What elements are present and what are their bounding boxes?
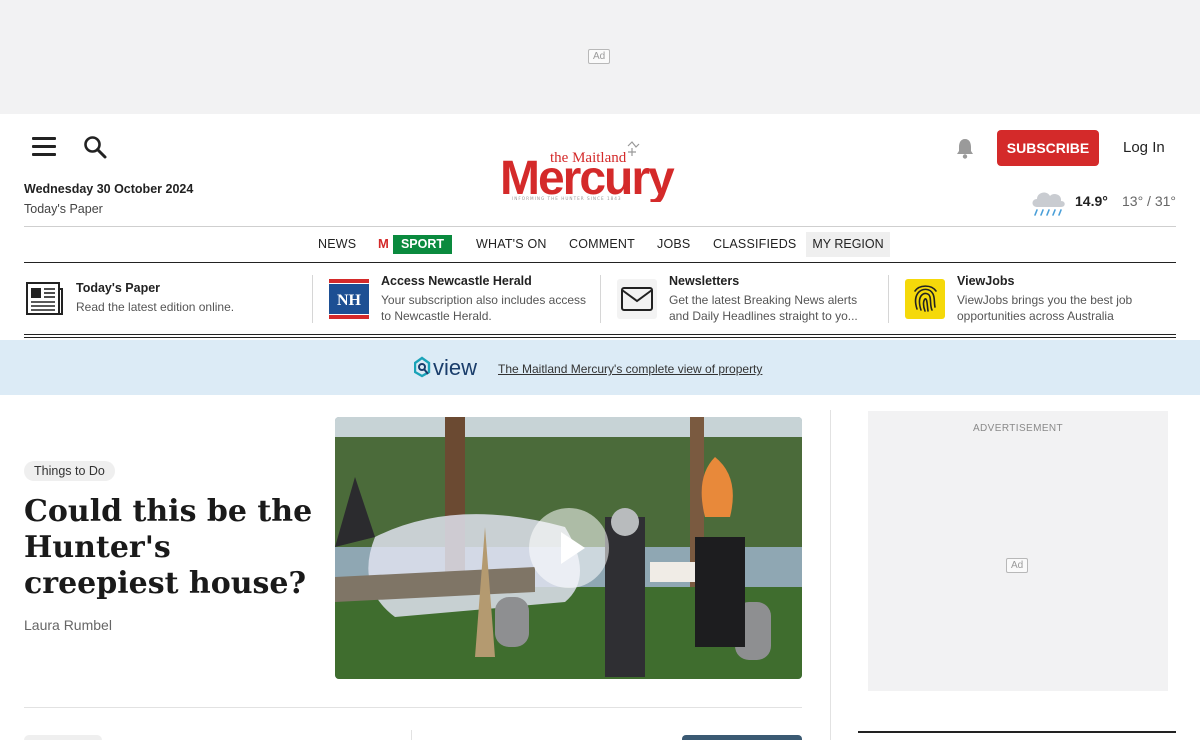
ad-tag: Ad <box>588 49 611 64</box>
temperature-range: 13° / 31° <box>1122 193 1177 209</box>
promo-bottom-rule <box>24 334 1176 335</box>
promo-title: Access Newcastle Herald <box>381 274 532 288</box>
promo-description: ViewJobs brings you the best job opportu… <box>957 293 1133 323</box>
current-temperature: 14.9° <box>1075 193 1108 209</box>
promo-title: Today's Paper <box>76 281 161 295</box>
sport-m-badge: M <box>378 236 389 251</box>
next-article-image[interactable] <box>682 735 802 740</box>
envelope-icon <box>617 279 657 319</box>
play-video-button[interactable] <box>529 508 609 588</box>
promo-description: Get the latest Breaking News alerts and … <box>669 293 858 323</box>
main-navigation: NEWS M SPORT WHAT'S ON COMMENT JOBS CLAS… <box>0 232 1200 258</box>
ad-tag: Ad <box>1006 558 1029 573</box>
menu-icon[interactable] <box>32 137 56 157</box>
promo-viewjobs[interactable]: ViewJobs ViewJobs brings you the best jo… <box>905 274 1167 326</box>
nav-my-region[interactable]: MY REGION <box>806 232 890 257</box>
column-divider <box>830 410 831 740</box>
promo-description: Your subscription also includes access t… <box>381 293 587 323</box>
promo-title: Newsletters <box>669 274 740 288</box>
rain-cloud-icon <box>1032 192 1065 216</box>
promo-newcastle-herald[interactable]: NH Access Newcastle Herald Your subscrip… <box>329 274 591 326</box>
subscribe-button[interactable]: SUBSCRIBE <box>997 130 1099 166</box>
search-icon[interactable] <box>82 134 108 160</box>
svg-text:NH: NH <box>337 292 362 309</box>
article-divider <box>24 707 802 708</box>
nav-news[interactable]: NEWS <box>318 237 356 251</box>
svg-text:Mercury: Mercury <box>500 152 675 202</box>
svg-text:INFORMING THE HUNTER SINCE 184: INFORMING THE HUNTER SINCE 1843 <box>512 196 622 201</box>
article-author[interactable]: Laura Rumbel <box>24 617 112 633</box>
promo-bottom-rule <box>24 337 1176 338</box>
nav-whats-on[interactable]: WHAT'S ON <box>476 237 547 251</box>
todays-paper-link[interactable]: Today's Paper <box>24 202 103 216</box>
view-property-link[interactable]: The Maitland Mercury's complete view of … <box>498 362 762 376</box>
nh-logo-icon: NH <box>329 279 369 319</box>
top-advertisement: Ad <box>0 0 1200 114</box>
promo-divider <box>888 275 889 323</box>
promo-newsletters[interactable]: Newsletters Get the latest Breaking News… <box>617 274 879 326</box>
maitland-mercury-logo[interactable]: the Maitland Mercury INFORMING THE HUNTE… <box>500 140 700 202</box>
promo-todays-paper[interactable]: Today's Paper Read the latest edition on… <box>24 274 304 326</box>
promo-divider <box>600 275 601 323</box>
nav-sport[interactable]: SPORT <box>393 235 452 254</box>
promo-title: ViewJobs <box>957 274 1015 288</box>
article-headline[interactable]: Could this be the Hunter's creepiest hou… <box>24 494 324 602</box>
nav-top-divider <box>24 226 1176 227</box>
promo-description: Read the latest edition online. <box>76 300 235 314</box>
svg-text:view: view <box>433 355 477 380</box>
next-category-tag[interactable] <box>24 735 102 740</box>
column-divider <box>411 730 412 740</box>
sidebar-section-rule <box>858 731 1176 733</box>
view-property-banner: view The Maitland Mercury's complete vie… <box>0 340 1200 395</box>
view-logo[interactable]: view <box>414 355 494 381</box>
nav-comment[interactable]: COMMENT <box>569 237 635 251</box>
category-tag[interactable]: Things to Do <box>24 461 115 481</box>
nav-bottom-divider <box>24 262 1176 263</box>
newspaper-icon <box>26 282 63 315</box>
nav-classifieds[interactable]: CLASSIFIEDS <box>713 237 796 251</box>
login-link[interactable]: Log In <box>1123 139 1165 156</box>
sidebar-advertisement: ADVERTISEMENT Ad <box>868 411 1168 691</box>
notification-bell-icon[interactable] <box>955 137 975 159</box>
nav-jobs[interactable]: JOBS <box>657 237 690 251</box>
current-date: Wednesday 30 October 2024 <box>24 182 194 196</box>
promo-divider <box>312 275 313 323</box>
fingerprint-icon <box>905 279 945 319</box>
advertisement-label: ADVERTISEMENT <box>972 423 1064 434</box>
